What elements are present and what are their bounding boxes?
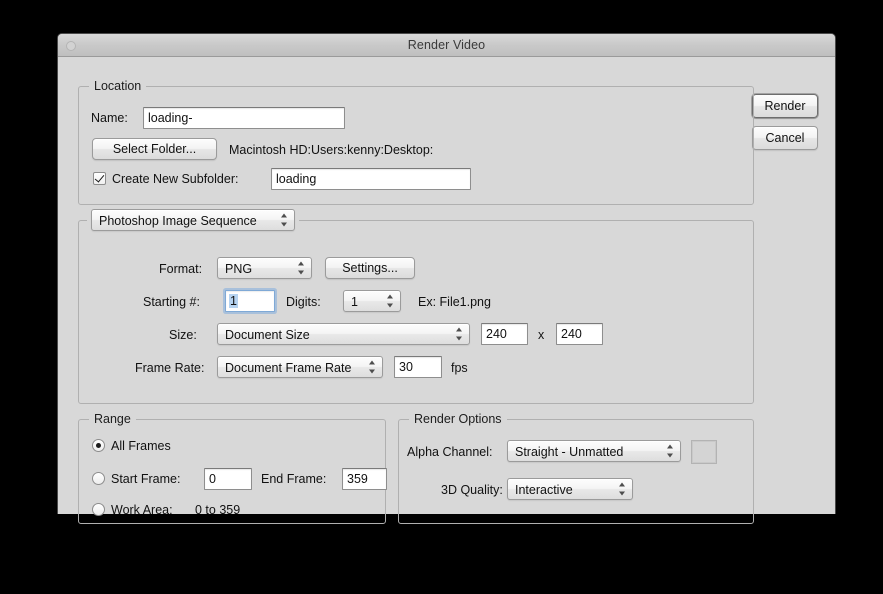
output-type-value: Photoshop Image Sequence xyxy=(99,214,257,228)
create-subfolder-checkbox[interactable] xyxy=(93,172,106,185)
fps-input[interactable]: 30 xyxy=(394,356,442,378)
example-filename-label: Ex: File1.png xyxy=(418,295,491,309)
format-value: PNG xyxy=(225,262,253,276)
location-group: Location Name: loading- Select Folder...… xyxy=(78,79,754,205)
format-label: Format: xyxy=(159,262,203,276)
format-select[interactable]: PNG xyxy=(217,257,312,279)
desktop-background: Render Video Render Cancel Location Name… xyxy=(0,0,883,594)
size-height-input[interactable]: 240 xyxy=(556,323,603,345)
radio-start-frame[interactable] xyxy=(92,472,105,485)
range-group-label: Range xyxy=(89,412,136,426)
alpha-matte-color-swatch[interactable] xyxy=(691,440,717,464)
starting-number-input[interactable]: 1 xyxy=(225,290,275,312)
cancel-button[interactable]: Cancel xyxy=(752,126,818,150)
size-times-symbol: x xyxy=(538,328,545,342)
frame-rate-label: Frame Rate: xyxy=(135,361,205,375)
chevron-updown-icon xyxy=(456,327,463,341)
start-frame-label: Start Frame: xyxy=(111,472,181,486)
chevron-updown-icon xyxy=(619,482,626,496)
output-type-select[interactable]: Photoshop Image Sequence xyxy=(91,209,295,231)
settings-button[interactable]: Settings... xyxy=(325,257,415,279)
chevron-updown-icon xyxy=(369,360,376,374)
alpha-channel-label: Alpha Channel: xyxy=(407,445,493,459)
chevron-updown-icon xyxy=(667,444,674,458)
radio-all-frames[interactable] xyxy=(92,439,105,452)
size-select[interactable]: Document Size xyxy=(217,323,470,345)
folder-path-text: Macintosh HD:Users:kenny:Desktop: xyxy=(229,143,434,157)
render-button[interactable]: Render xyxy=(752,94,818,118)
3d-quality-value: Interactive xyxy=(515,483,573,497)
name-input[interactable]: loading- xyxy=(143,107,345,129)
render-options-group: Render Options Alpha Channel: Straight -… xyxy=(398,412,754,524)
render-video-dialog: Render Video Render Cancel Location Name… xyxy=(57,33,836,524)
size-value: Document Size xyxy=(225,328,310,342)
output-format-group: Photoshop Image Sequence Format: PNG Set… xyxy=(78,209,754,404)
digits-value: 1 xyxy=(351,295,358,309)
dialog-titlebar: Render Video xyxy=(58,34,835,57)
range-group: Range All Frames Start Frame: 0 End Fram… xyxy=(78,412,387,524)
dialog-title: Render Video xyxy=(407,38,486,52)
alpha-channel-select[interactable]: Straight - Unmatted xyxy=(507,440,681,462)
size-width-input[interactable]: 240 xyxy=(481,323,528,345)
frame-rate-select[interactable]: Document Frame Rate xyxy=(217,356,383,378)
chevron-updown-icon xyxy=(298,261,305,275)
digits-label: Digits: xyxy=(286,295,321,309)
subfolder-name-input[interactable]: loading xyxy=(271,168,471,190)
work-area-value: 0 to 359 xyxy=(195,503,241,517)
start-frame-input[interactable]: 0 xyxy=(204,468,252,490)
3d-quality-select[interactable]: Interactive xyxy=(507,478,633,500)
work-area-label: Work Area: xyxy=(111,503,173,517)
end-frame-label: End Frame: xyxy=(261,472,327,486)
dialog-body: Render Cancel Location Name: loading- Se… xyxy=(58,57,835,524)
alpha-channel-value: Straight - Unmatted xyxy=(515,445,624,459)
select-folder-button[interactable]: Select Folder... xyxy=(92,138,217,160)
chevron-updown-icon xyxy=(387,294,394,308)
close-icon[interactable] xyxy=(66,41,76,51)
chevron-updown-icon xyxy=(281,213,288,227)
all-frames-label: All Frames xyxy=(111,439,171,453)
starting-number-label: Starting #: xyxy=(143,295,200,309)
3d-quality-label: 3D Quality: xyxy=(441,483,503,497)
output-type-popup-holder: Photoshop Image Sequence xyxy=(87,209,299,231)
location-group-label: Location xyxy=(89,79,147,93)
digits-select[interactable]: 1 xyxy=(343,290,401,312)
starting-number-value: 1 xyxy=(229,294,238,308)
create-subfolder-label: Create New Subfolder: xyxy=(112,172,239,186)
size-label: Size: xyxy=(169,328,197,342)
render-options-group-label: Render Options xyxy=(409,412,507,426)
name-label: Name: xyxy=(91,111,128,125)
fps-unit-label: fps xyxy=(451,361,468,375)
radio-work-area[interactable] xyxy=(92,503,105,516)
end-frame-input[interactable]: 359 xyxy=(342,468,387,490)
frame-rate-value: Document Frame Rate xyxy=(225,361,352,375)
